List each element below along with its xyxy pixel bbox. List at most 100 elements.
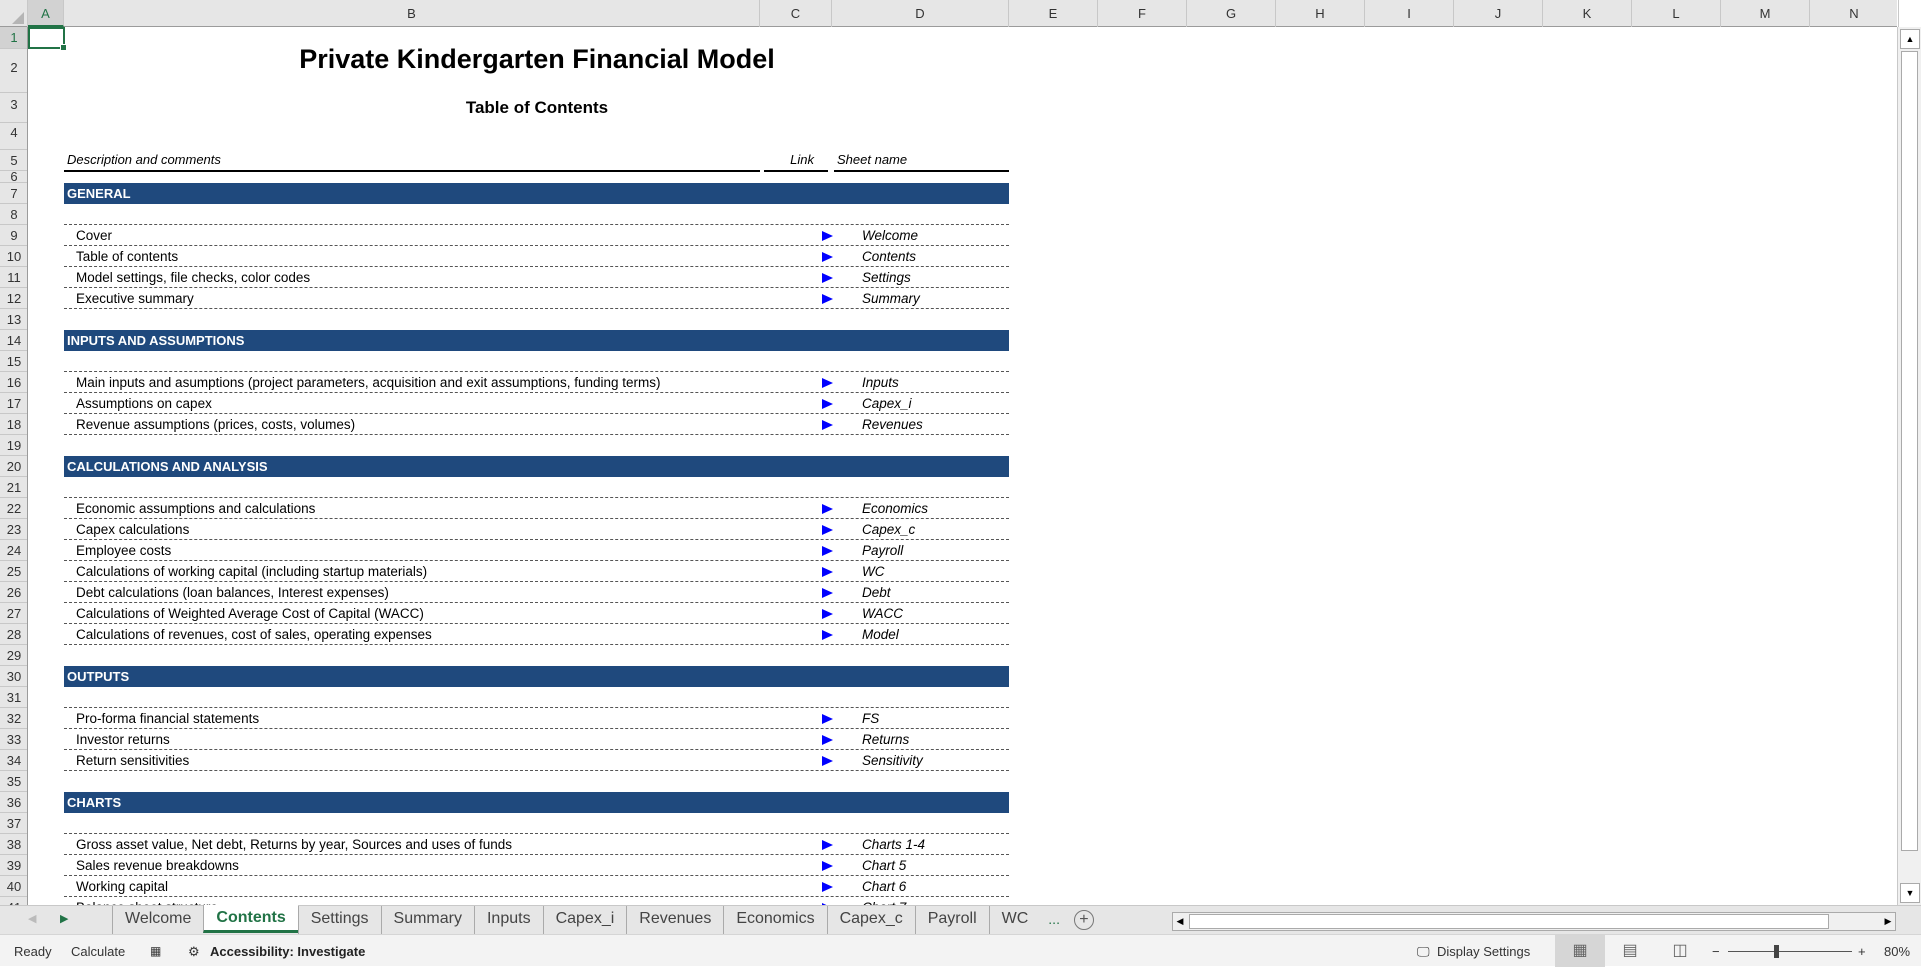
row-header-12[interactable]: 12 [0,288,27,309]
row-header-32[interactable]: 32 [0,708,27,729]
sheet-tab-payroll[interactable]: Payroll [914,906,989,934]
tab-scroll-left-icon[interactable]: ◀ [28,912,36,925]
row-header-4[interactable]: 4 [0,123,27,150]
row-header-30[interactable]: 30 [0,666,27,687]
macro-recording-icon[interactable]: ▦ [150,944,161,958]
column-header-n[interactable]: N [1810,0,1899,27]
column-header-a[interactable]: A [28,0,64,27]
column-header-l[interactable]: L [1632,0,1721,27]
column-header-e[interactable]: E [1009,0,1098,27]
link-arrow-icon[interactable] [822,714,833,724]
link-arrow-icon[interactable] [822,504,833,514]
link-arrow-icon[interactable] [822,399,833,409]
column-header-g[interactable]: G [1187,0,1276,27]
vertical-scroll-thumb[interactable] [1901,51,1918,851]
zoom-slider-thumb[interactable] [1774,945,1779,958]
row-header-38[interactable]: 38 [0,834,27,855]
link-arrow-icon[interactable] [822,840,833,850]
row-header-33[interactable]: 33 [0,729,27,750]
row-header-13[interactable]: 13 [0,309,27,330]
row-header-15[interactable]: 15 [0,351,27,372]
link-arrow-icon[interactable] [822,861,833,871]
row-header-29[interactable]: 29 [0,645,27,666]
link-arrow-icon[interactable] [822,735,833,745]
column-header-f[interactable]: F [1098,0,1187,27]
sheet-tab-inputs[interactable]: Inputs [473,906,543,934]
row-header-22[interactable]: 22 [0,498,27,519]
tab-scroll-right-icon[interactable]: ▶ [60,912,68,925]
sheet-tab-economics[interactable]: Economics [723,906,826,934]
add-sheet-icon[interactable]: + [1073,910,1094,930]
column-header-k[interactable]: K [1543,0,1632,27]
accessibility-icon[interactable]: ⚙ [188,944,200,960]
accessibility-status[interactable]: Accessibility: Investigate [210,944,365,959]
row-header-35[interactable]: 35 [0,771,27,792]
sheet-tab-wc[interactable]: WC [988,906,1041,934]
row-header-11[interactable]: 11 [0,267,27,288]
row-header-5[interactable]: 5 [0,150,27,171]
row-header-3[interactable]: 3 [0,93,27,123]
row-header-2[interactable]: 2 [0,49,27,93]
column-header-c[interactable]: C [760,0,832,27]
row-header-9[interactable]: 9 [0,225,27,246]
link-arrow-icon[interactable] [822,588,833,598]
zoom-out-button[interactable]: − [1712,944,1720,959]
row-header-36[interactable]: 36 [0,792,27,813]
link-arrow-icon[interactable] [822,609,833,619]
zoom-in-button[interactable]: + [1858,944,1866,959]
row-header-1[interactable]: 1 [0,27,27,49]
link-arrow-icon[interactable] [822,756,833,766]
row-header-17[interactable]: 17 [0,393,27,414]
row-header-20[interactable]: 20 [0,456,27,477]
row-header-24[interactable]: 24 [0,540,27,561]
scroll-up-button[interactable]: ▲ [1900,29,1920,49]
row-header-10[interactable]: 10 [0,246,27,267]
row-header-31[interactable]: 31 [0,687,27,708]
row-header-23[interactable]: 23 [0,519,27,540]
sheet-tab-capex_c[interactable]: Capex_c [826,906,915,934]
row-header-18[interactable]: 18 [0,414,27,435]
link-arrow-icon[interactable] [822,420,833,430]
row-header-16[interactable]: 16 [0,372,27,393]
link-arrow-icon[interactable] [822,525,833,535]
row-header-21[interactable]: 21 [0,477,27,498]
link-arrow-icon[interactable] [822,294,833,304]
page-layout-view-icon[interactable]: ▤ [1605,935,1655,967]
column-header-m[interactable]: M [1721,0,1810,27]
link-arrow-icon[interactable] [822,378,833,388]
row-header-37[interactable]: 37 [0,813,27,834]
link-arrow-icon[interactable] [822,630,833,640]
horizontal-scroll-thumb[interactable] [1189,914,1829,929]
column-header-d[interactable]: D [832,0,1009,27]
column-header-j[interactable]: J [1454,0,1543,27]
link-arrow-icon[interactable] [822,546,833,556]
sheet-tab-summary[interactable]: Summary [380,906,474,934]
sheet-tab-welcome[interactable]: Welcome [112,906,203,934]
zoom-level[interactable]: 80% [1884,944,1910,959]
row-header-6[interactable]: 6 [0,171,27,183]
link-arrow-icon[interactable] [822,231,833,241]
calculate-button[interactable]: Calculate [71,944,125,959]
row-header-27[interactable]: 27 [0,603,27,624]
row-header-40[interactable]: 40 [0,876,27,897]
row-header-34[interactable]: 34 [0,750,27,771]
link-arrow-icon[interactable] [822,252,833,262]
horizontal-scrollbar[interactable]: ◀ ▶ [1172,912,1896,931]
link-arrow-icon[interactable] [822,882,833,892]
vertical-scrollbar[interactable]: ▲ ▼ [1897,27,1921,905]
zoom-slider[interactable] [1728,945,1852,958]
column-header-i[interactable]: I [1365,0,1454,27]
page-break-preview-icon[interactable]: ◫ [1655,935,1705,967]
row-header-14[interactable]: 14 [0,330,27,351]
scroll-down-button[interactable]: ▼ [1900,883,1920,903]
more-tabs-button[interactable]: ... [1040,906,1068,935]
row-header-8[interactable]: 8 [0,204,27,225]
row-header-19[interactable]: 19 [0,435,27,456]
sheet-tab-contents[interactable]: Contents [203,905,298,933]
link-arrow-icon[interactable] [822,273,833,283]
scroll-right-button[interactable]: ▶ [1881,913,1895,930]
scroll-left-button[interactable]: ◀ [1173,913,1187,930]
normal-view-icon[interactable]: ▦ [1555,935,1605,967]
column-header-h[interactable]: H [1276,0,1365,27]
row-header-7[interactable]: 7 [0,183,27,204]
